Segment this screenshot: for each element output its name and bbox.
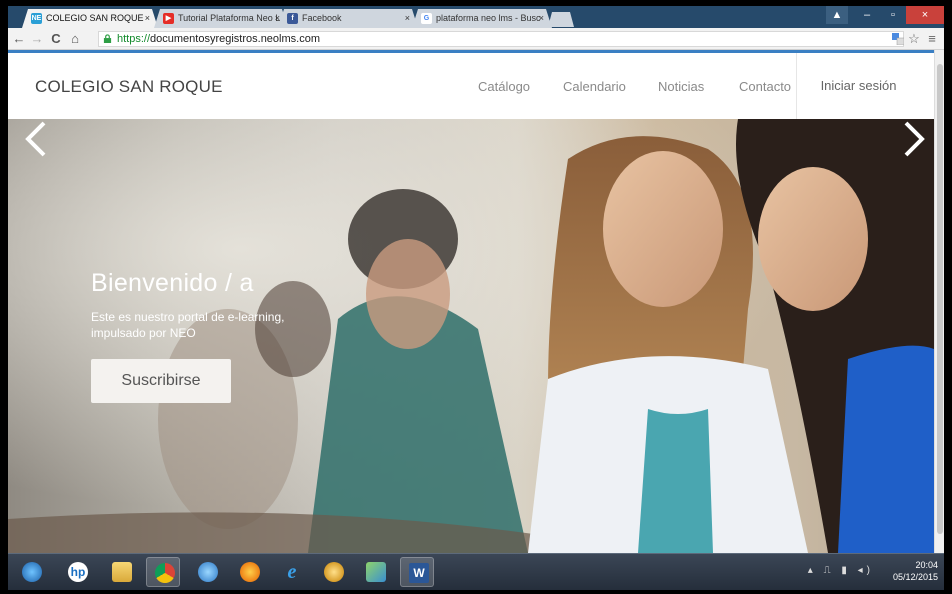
nav-noticias[interactable]: Noticias	[658, 79, 704, 94]
nav-calendario[interactable]: Calendario	[563, 79, 626, 94]
lock-icon	[103, 34, 112, 43]
back-button[interactable]: ←	[11, 31, 27, 47]
windows-taskbar: hp e W ▴ ⎍ ▮ ◂) 20:04 05/12/2015	[8, 553, 944, 590]
url-scheme: https://	[117, 33, 151, 45]
system-tray-icons[interactable]: ▴ ⎍ ▮ ◂)	[808, 565, 874, 576]
clock[interactable]: 20:04 05/12/2015	[893, 559, 938, 583]
hero-carousel: Bienvenido / a Este es nuestro portal de…	[8, 119, 934, 553]
translate-icon[interactable]	[892, 33, 904, 45]
subscribe-button[interactable]: Suscribirse	[91, 359, 231, 403]
tab-close-icon[interactable]: ×	[145, 9, 150, 28]
maximize-button[interactable]: ▫	[880, 6, 906, 24]
page-scrollbar[interactable]	[934, 50, 944, 553]
reload-button[interactable]: C	[48, 31, 64, 47]
chevron-right-icon[interactable]	[898, 119, 928, 159]
close-window-button[interactable]: ×	[906, 6, 944, 24]
windows-start-icon[interactable]	[14, 557, 48, 587]
google-icon: G	[421, 13, 432, 24]
tab-tutorial[interactable]: ▶ Tutorial Plataforma Neo L ×	[154, 9, 288, 28]
site-navbar: COLEGIO SAN ROQUE Catálogo Calendario No…	[8, 53, 934, 119]
hero-subtitle: Este es nuestro portal de e-learning, im…	[91, 310, 285, 340]
games-icon[interactable]	[358, 557, 392, 587]
chevron-left-icon[interactable]	[22, 119, 52, 159]
media-player-icon[interactable]	[316, 557, 350, 587]
file-explorer-icon[interactable]	[104, 557, 138, 587]
chrome-menu-icon[interactable]: ≡	[924, 31, 940, 47]
firefox-icon[interactable]	[232, 557, 266, 587]
hero-title: Bienvenido / a	[91, 269, 254, 297]
tab-facebook[interactable]: f Facebook ×	[278, 9, 418, 28]
user-profile-icon[interactable]: ▲	[826, 6, 848, 24]
chrome-icon[interactable]	[146, 557, 180, 587]
tab-google-search[interactable]: G plataforma neo lms - Busc ×	[412, 9, 552, 28]
scrollbar-thumb[interactable]	[937, 64, 943, 534]
home-button[interactable]: ⌂	[67, 31, 83, 47]
nav-contacto[interactable]: Contacto	[739, 79, 791, 94]
tab-close-icon[interactable]: ×	[539, 9, 544, 28]
browser-toolbar: ← → C ⌂ https://documentosyregistros.neo…	[8, 28, 944, 50]
browser-window: NE COLEGIO SAN ROQUE × ▶ Tutorial Plataf…	[8, 6, 944, 590]
site-brand[interactable]: COLEGIO SAN ROQUE	[35, 77, 223, 97]
clock-date: 05/12/2015	[892, 572, 938, 582]
new-tab-button[interactable]	[548, 12, 574, 27]
tab-colegio-san-roque[interactable]: NE COLEGIO SAN ROQUE ×	[22, 9, 158, 28]
nav-catalogo[interactable]: Catálogo	[478, 79, 530, 94]
clock-time: 20:04	[915, 560, 938, 570]
facebook-icon: f	[287, 13, 298, 24]
youtube-icon: ▶	[163, 13, 174, 24]
tab-close-icon[interactable]: ×	[405, 9, 410, 28]
minimize-button[interactable]: –	[854, 6, 880, 24]
neo-favicon-icon: NE	[31, 15, 42, 22]
url-host: documentosyregistros.neolms.com	[150, 33, 320, 45]
hp-icon[interactable]: hp	[60, 557, 94, 587]
web-page: COLEGIO SAN ROQUE Catálogo Calendario No…	[8, 50, 934, 553]
forward-button[interactable]: →	[29, 31, 45, 47]
window-controls: ▲ – ▫ ×	[826, 6, 944, 24]
internet-explorer-icon[interactable]: e	[274, 557, 308, 587]
windows-update-icon[interactable]	[190, 557, 224, 587]
login-button[interactable]: Iniciar sesión	[796, 53, 920, 119]
address-bar[interactable]: https://documentosyregistros.neolms.com	[98, 31, 904, 47]
word-icon[interactable]: W	[400, 557, 434, 587]
tab-strip: NE COLEGIO SAN ROQUE × ▶ Tutorial Plataf…	[8, 6, 944, 28]
bookmark-star-icon[interactable]: ☆	[906, 31, 922, 47]
